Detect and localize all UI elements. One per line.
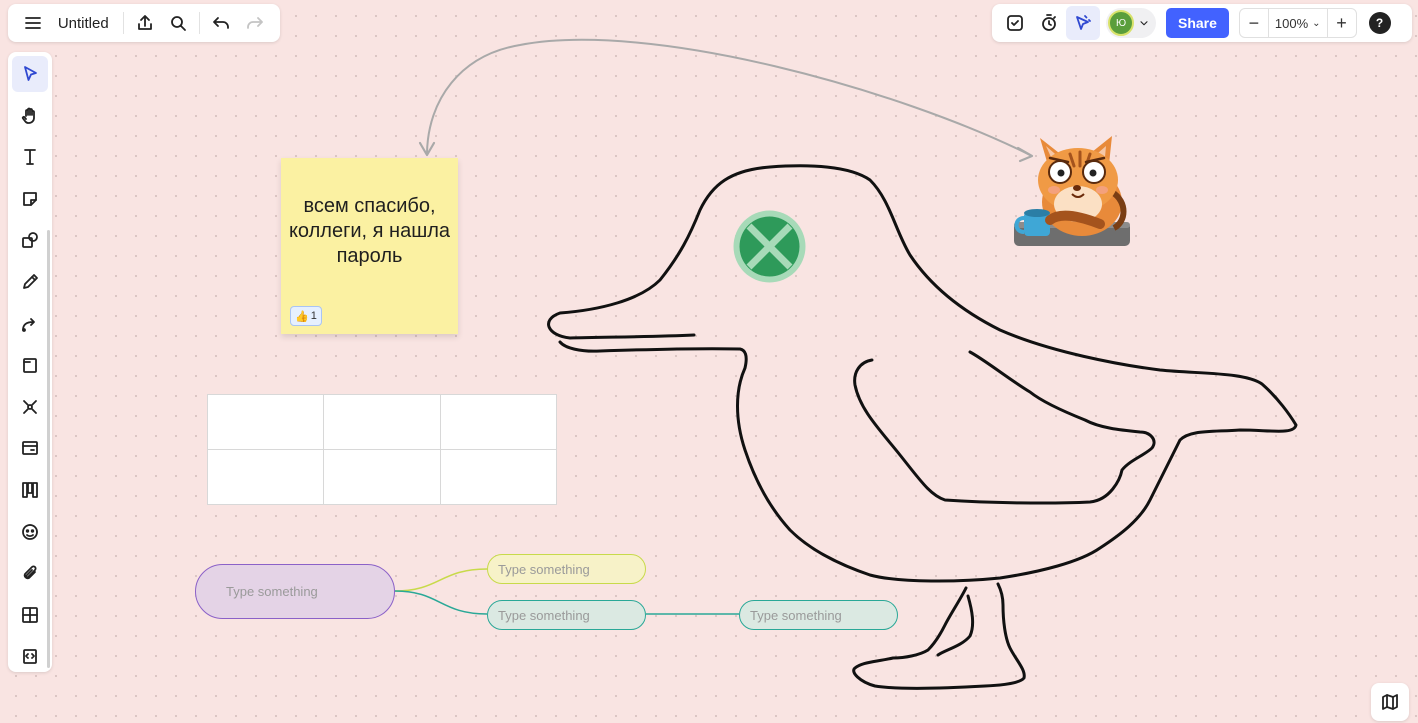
thumbs-up-icon: 👍 — [295, 310, 309, 323]
reaction-count: 1 — [310, 310, 317, 322]
reaction-badge[interactable]: 👍 1 — [290, 306, 322, 326]
freehand-bird-drawing[interactable] — [547, 164, 1298, 690]
table-row — [206, 449, 558, 505]
mindmap-node[interactable]: Type something — [487, 554, 646, 584]
table-widget[interactable] — [206, 394, 558, 505]
map-icon[interactable] — [1371, 683, 1409, 721]
table-cell[interactable] — [206, 394, 325, 450]
mindmap-node[interactable]: Type something — [739, 600, 898, 630]
table-cell[interactable] — [439, 449, 558, 505]
mindmap-node[interactable]: Type something — [487, 600, 646, 630]
table-row — [206, 394, 558, 450]
cat-sticker[interactable] — [1010, 132, 1132, 250]
table-cell[interactable] — [323, 394, 441, 450]
cross-mark-icon[interactable] — [733, 210, 806, 283]
sticky-note[interactable]: всем спасибо, коллеги, я нашла пароль 👍 … — [281, 158, 458, 334]
curved-arrow[interactable] — [418, 38, 1034, 163]
table-cell[interactable] — [323, 449, 441, 505]
sticky-note-text[interactable]: всем спасибо, коллеги, я нашла пароль — [287, 194, 452, 269]
table-cell[interactable] — [439, 394, 558, 450]
table-cell[interactable] — [206, 449, 325, 505]
mindmap-root-node[interactable]: Type something — [195, 564, 395, 619]
